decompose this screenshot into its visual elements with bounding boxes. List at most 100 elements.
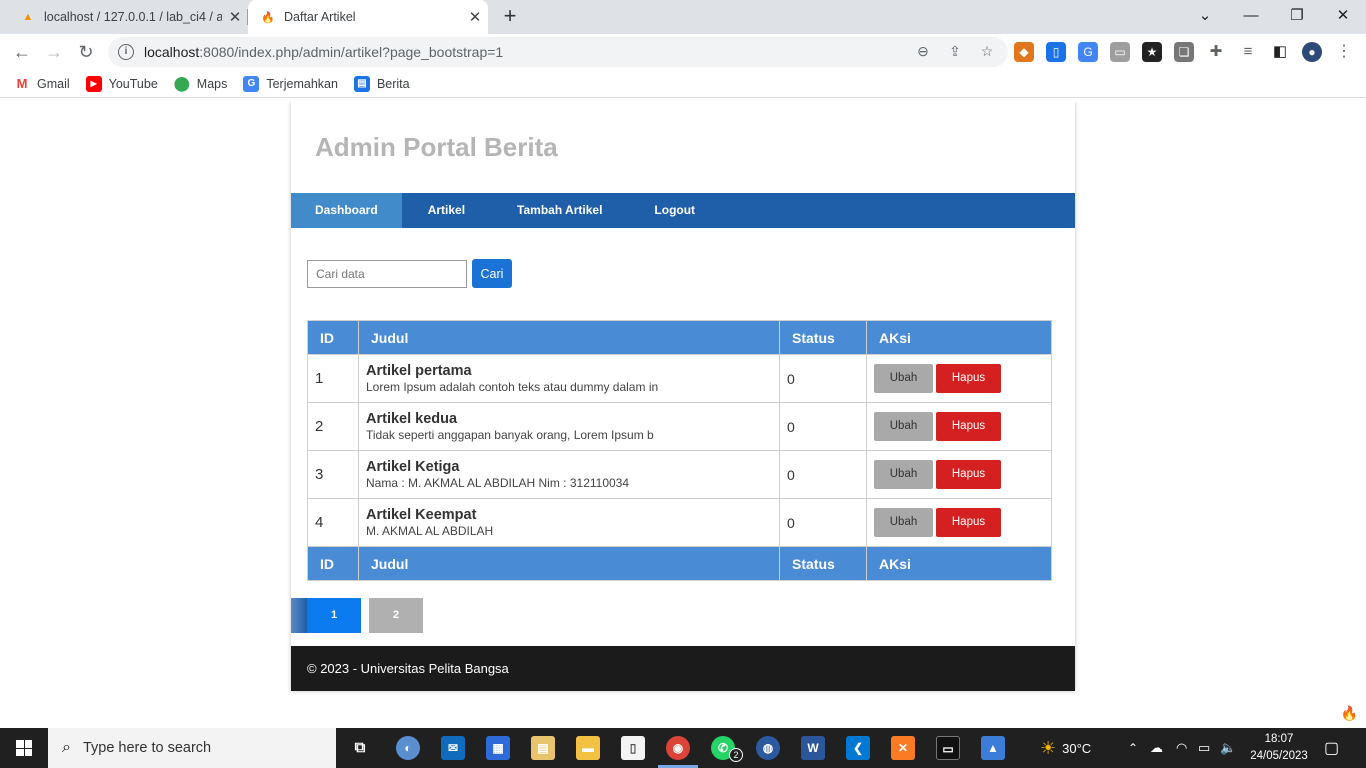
- extensions-puzzle-icon[interactable]: ✚: [1206, 42, 1226, 62]
- page-link-2[interactable]: 2: [369, 598, 423, 633]
- table-row: 3 Artikel Ketiga Nama : M. AKMAL AL ABDI…: [307, 450, 1052, 499]
- xampp-icon[interactable]: ✕: [891, 736, 915, 760]
- nav-tambah-artikel[interactable]: Tambah Artikel: [491, 193, 628, 228]
- page-link-1[interactable]: 1: [307, 598, 361, 633]
- search-input[interactable]: [307, 260, 467, 288]
- bookmark-gmail[interactable]: M Gmail: [14, 76, 70, 92]
- screenshot-extension-icon[interactable]: ▭: [1110, 42, 1130, 62]
- cell-id: 2: [307, 402, 359, 451]
- bookmarks-bar: M Gmail ▶ YouTube ⬤ Maps G Terjemahkan ▤…: [0, 70, 1366, 98]
- col-header-aksi: AKsi: [866, 320, 1052, 355]
- browser-icon[interactable]: ◍: [756, 736, 780, 760]
- table-row: 4 Artikel Keempat M. AKMAL AL ABDILAH 0 …: [307, 498, 1052, 547]
- forward-arrow-icon[interactable]: →: [42, 40, 66, 64]
- onedrive-icon[interactable]: ☁: [1150, 728, 1163, 768]
- files-icon[interactable]: ▤: [531, 736, 555, 760]
- weather-temp: 30°C: [1062, 740, 1092, 756]
- col-footer-status: Status: [779, 546, 867, 581]
- minimize-button[interactable]: —: [1228, 0, 1274, 30]
- vscode-icon[interactable]: ❮: [846, 736, 870, 760]
- photos-icon[interactable]: ▲: [981, 736, 1005, 760]
- news-icon: ▤: [353, 75, 370, 92]
- restore-button[interactable]: ❐: [1274, 0, 1320, 30]
- reload-icon[interactable]: ↻: [74, 40, 98, 64]
- task-view-icon[interactable]: ⧉: [348, 736, 372, 760]
- phpmyadmin-icon: ▲: [22, 11, 34, 23]
- wifi-icon[interactable]: ◠: [1176, 728, 1187, 768]
- cell-id: 3: [307, 450, 359, 499]
- table-header-row: ID Judul Status AKsi: [307, 320, 1052, 355]
- url-path: :8080/index.php/admin/artikel?page_boots…: [199, 44, 504, 60]
- page-viewport: Admin Portal Berita Dashboard Artikel Ta…: [0, 102, 1366, 728]
- mail-icon[interactable]: ✉: [441, 736, 465, 760]
- bookmark-berita[interactable]: ▤ Berita: [353, 75, 410, 92]
- back-arrow-icon[interactable]: ←: [10, 40, 34, 64]
- battery-icon[interactable]: ▭: [1198, 728, 1210, 768]
- word-icon[interactable]: W: [801, 736, 825, 760]
- delete-button[interactable]: Hapus: [936, 364, 1001, 393]
- docs-extension-icon[interactable]: ▯: [1046, 42, 1066, 62]
- new-tab-button[interactable]: +: [498, 5, 522, 29]
- chrome-icon[interactable]: ◉: [666, 736, 690, 760]
- profile-avatar[interactable]: ●: [1302, 42, 1322, 62]
- tab-search-chevron-down-icon[interactable]: ⌄: [1182, 0, 1228, 30]
- windows-taskbar: ⌕ Type here to search ⧉ ◐ ✉ ▦ ▤ ▬ ▯ ◉ ✆ …: [0, 728, 1366, 768]
- notepad-icon[interactable]: ▯: [621, 736, 645, 760]
- cell-aksi: Ubah Hapus: [866, 354, 1052, 403]
- edit-button[interactable]: Ubah: [874, 364, 933, 393]
- terminal-icon[interactable]: ▭: [936, 736, 960, 760]
- game-extension-icon[interactable]: ★: [1142, 42, 1162, 62]
- search-button[interactable]: Cari: [472, 259, 512, 288]
- address-bar[interactable]: i localhost:8080/index.php/admin/artikel…: [108, 37, 1008, 67]
- window-close-button[interactable]: ✕: [1320, 0, 1366, 30]
- metamask-extension-icon[interactable]: ◆: [1014, 42, 1034, 62]
- close-icon[interactable]: ✕: [462, 8, 488, 26]
- media-queue-icon[interactable]: ≡: [1238, 42, 1258, 62]
- menu-kebab-icon[interactable]: ⋮: [1334, 42, 1354, 62]
- notification-icon[interactable]: ▢: [1324, 728, 1339, 768]
- start-button[interactable]: [0, 728, 48, 768]
- site-info-icon[interactable]: i: [118, 44, 134, 60]
- volume-icon[interactable]: 🔈: [1220, 728, 1236, 768]
- share-icon[interactable]: ⇪: [946, 42, 964, 60]
- main-nav: Dashboard Artikel Tambah Artikel Logout: [291, 193, 1075, 228]
- cell-status: 0: [779, 354, 867, 403]
- bookmark-terjemahkan[interactable]: G Terjemahkan: [243, 75, 338, 92]
- clock[interactable]: 18:07 24/05/2023: [1248, 731, 1310, 765]
- file-explorer-icon[interactable]: ▬: [576, 736, 600, 760]
- weather-icon: ☀: [1040, 737, 1057, 758]
- show-hidden-icons-chevron-up-icon[interactable]: ⌃: [1128, 728, 1138, 768]
- bookmark-star-icon[interactable]: ☆: [978, 42, 996, 60]
- nav-artikel[interactable]: Artikel: [402, 193, 491, 228]
- flame-icon: 🔥: [261, 11, 275, 24]
- bookmark-label: Terjemahkan: [266, 76, 338, 91]
- copy-extension-icon[interactable]: ❏: [1174, 42, 1194, 62]
- bookmark-label: Maps: [196, 76, 228, 91]
- bookmark-youtube[interactable]: ▶ YouTube: [85, 75, 158, 92]
- url-host: localhost: [144, 44, 200, 60]
- bookmark-label: Berita: [376, 76, 410, 91]
- delete-button[interactable]: Hapus: [936, 460, 1001, 489]
- delete-button[interactable]: Hapus: [936, 508, 1001, 537]
- store-icon[interactable]: ▦: [486, 736, 510, 760]
- tab-phpmyadmin[interactable]: ▲ localhost / 127.0.0.1 / lab_ci4 / ar ✕: [8, 0, 248, 34]
- bookmark-maps[interactable]: ⬤ Maps: [174, 75, 228, 92]
- translate-extension-icon[interactable]: G: [1078, 42, 1098, 62]
- tab-daftar-artikel[interactable]: 🔥 Daftar Artikel ✕: [248, 0, 488, 34]
- taskbar-search[interactable]: ⌕ Type here to search: [48, 728, 336, 768]
- col-header-status: Status: [779, 320, 867, 355]
- bookmark-label: Gmail: [37, 76, 70, 91]
- cell-status: 0: [779, 450, 867, 499]
- edit-button[interactable]: Ubah: [874, 508, 933, 537]
- delete-button[interactable]: Hapus: [936, 412, 1001, 441]
- weather-widget[interactable]: ☀ 30°C: [1040, 728, 1091, 768]
- close-icon[interactable]: ✕: [222, 8, 248, 26]
- edit-button[interactable]: Ubah: [874, 460, 933, 489]
- side-panel-icon[interactable]: ◧: [1270, 42, 1290, 62]
- flame-icon[interactable]: 🔥: [1341, 705, 1358, 722]
- zoom-out-icon[interactable]: ⊖: [914, 42, 932, 60]
- edit-button[interactable]: Ubah: [874, 412, 933, 441]
- app-icon[interactable]: ◐: [396, 736, 420, 760]
- nav-logout[interactable]: Logout: [628, 193, 721, 228]
- nav-dashboard[interactable]: Dashboard: [291, 193, 402, 228]
